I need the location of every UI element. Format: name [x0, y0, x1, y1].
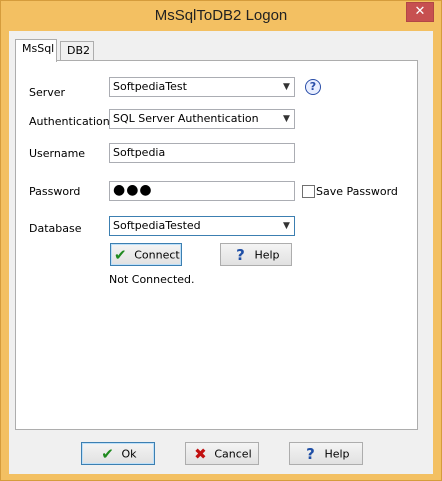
- server-help-icon[interactable]: ?: [305, 79, 321, 95]
- footer-help-button[interactable]: ? Help: [289, 442, 363, 465]
- check-icon: ✔: [113, 246, 127, 264]
- tab-db2[interactable]: DB2: [60, 41, 94, 61]
- server-combo[interactable]: SoftpediaTest ▼: [109, 77, 295, 97]
- x-icon: ✖: [194, 445, 207, 463]
- server-label: Server: [29, 86, 66, 99]
- chevron-down-icon[interactable]: ▼: [279, 78, 294, 96]
- authentication-label: Authentication: [29, 115, 110, 128]
- question-icon: ?: [236, 246, 245, 264]
- help-button[interactable]: ? Help: [220, 243, 292, 266]
- database-label: Database: [29, 222, 82, 235]
- connection-status: Not Connected.: [109, 273, 195, 286]
- database-value: SoftpediaTested: [113, 219, 201, 232]
- tab-mssql[interactable]: MsSql: [15, 39, 57, 62]
- server-value: SoftpediaTest: [113, 80, 187, 93]
- username-label: Username: [29, 147, 86, 160]
- close-button[interactable]: ✕: [406, 2, 434, 22]
- authentication-value: SQL Server Authentication: [113, 112, 259, 125]
- password-input[interactable]: ●●●: [109, 181, 295, 201]
- ok-button[interactable]: ✔ Ok: [81, 442, 155, 465]
- question-icon: ?: [306, 445, 315, 463]
- logon-window: MsSqlToDB2 Logon ✕ MsSql DB2 Server Soft…: [0, 0, 442, 481]
- dialog-client: MsSql DB2 Server SoftpediaTest ▼ ? Authe…: [9, 31, 433, 474]
- cancel-button[interactable]: ✖ Cancel: [185, 442, 259, 465]
- chevron-down-icon[interactable]: ▼: [279, 217, 294, 235]
- window-title: MsSqlToDB2 Logon: [154, 7, 288, 24]
- password-label: Password: [29, 185, 81, 198]
- database-combo[interactable]: SoftpediaTested ▼: [109, 216, 295, 236]
- close-icon: ✕: [414, 4, 426, 19]
- save-password-label[interactable]: Save Password: [316, 185, 398, 198]
- username-input[interactable]: Softpedia: [109, 143, 295, 163]
- save-password-checkbox[interactable]: [302, 185, 315, 198]
- check-icon: ✔: [101, 445, 114, 463]
- connect-button[interactable]: ✔ Connect: [110, 243, 182, 266]
- chevron-down-icon[interactable]: ▼: [279, 110, 294, 128]
- authentication-combo[interactable]: SQL Server Authentication ▼: [109, 109, 295, 129]
- mssql-panel: Server SoftpediaTest ▼ ? Authentication …: [15, 60, 418, 430]
